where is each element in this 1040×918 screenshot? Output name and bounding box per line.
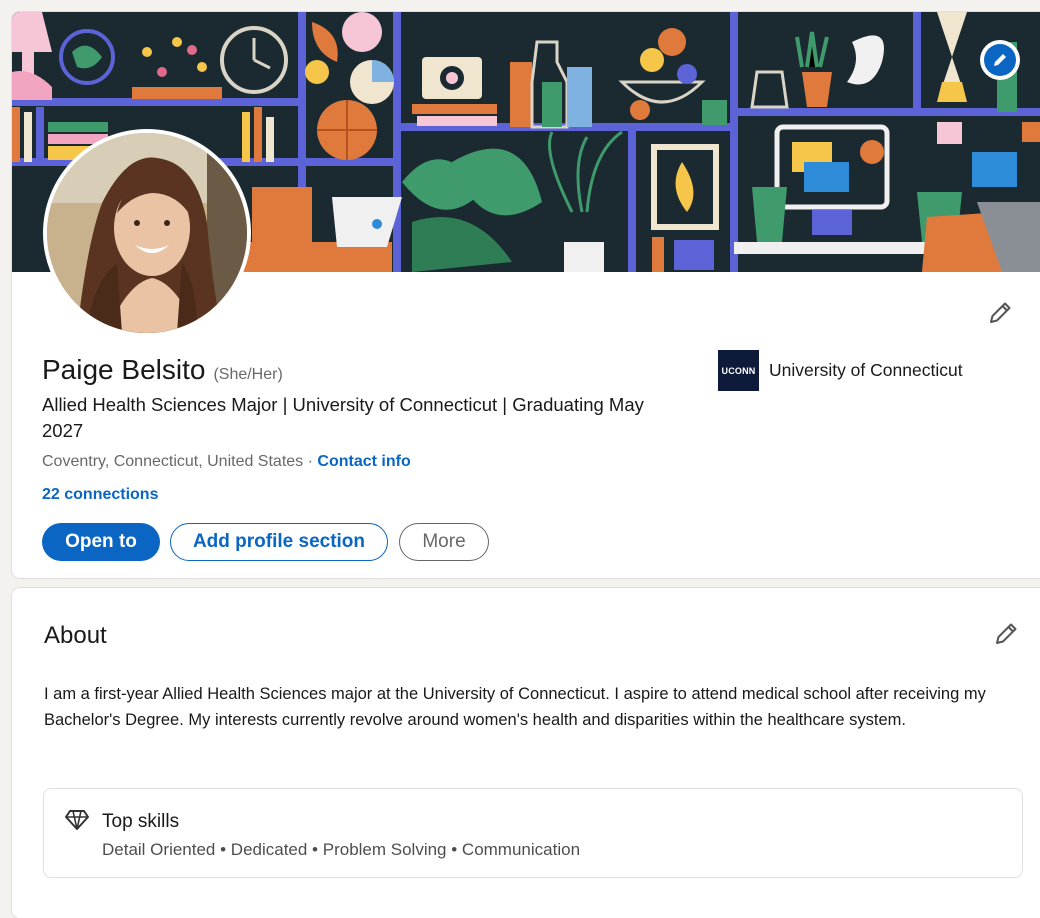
open-to-button[interactable]: Open to [42, 523, 160, 561]
avatar [47, 133, 247, 333]
profile-headline: Allied Health Sciences Major | Universit… [42, 394, 644, 441]
top-skills-title: Top skills [102, 811, 180, 832]
edit-intro-pencil-icon[interactable] [986, 299, 1014, 327]
diamond-icon [65, 810, 89, 830]
location-row: Coventry, Connecticut, United States · C… [42, 453, 411, 471]
about-title: About [44, 622, 107, 649]
more-button[interactable]: More [399, 523, 489, 561]
add-profile-section-button[interactable]: Add profile section [170, 523, 388, 561]
pronouns: (She/Her) [213, 366, 283, 383]
pencil-icon [984, 44, 1016, 76]
profile-card: Paige Belsito (She/Her) Allied Health Sc… [12, 12, 1040, 578]
location-text: Coventry, Connecticut, United States [42, 453, 304, 470]
top-skills-list: Detail Oriented • Dedicated • Problem So… [102, 840, 581, 859]
name-row: Paige Belsito (She/Her) [42, 354, 283, 386]
education-school[interactable]: UCONN University of Connecticut [718, 350, 963, 391]
edit-about-pencil-icon[interactable] [992, 620, 1020, 648]
profile-photo[interactable] [43, 129, 251, 337]
profile-name: Paige Belsito [42, 354, 206, 385]
location-separator: · [303, 453, 318, 470]
school-logo: UCONN [718, 350, 759, 391]
about-text: I am a first-year Allied Health Sciences… [44, 685, 986, 729]
about-card: About I am a first-year Allied Health Sc… [12, 588, 1040, 918]
top-skills-box[interactable]: Top skills Detail Oriented • Dedicated •… [43, 788, 1023, 878]
connections-link[interactable]: 22 connections [42, 486, 158, 504]
school-name: University of Connecticut [769, 360, 963, 380]
contact-info-link[interactable]: Contact info [317, 453, 410, 470]
edit-banner-button[interactable] [980, 40, 1020, 80]
